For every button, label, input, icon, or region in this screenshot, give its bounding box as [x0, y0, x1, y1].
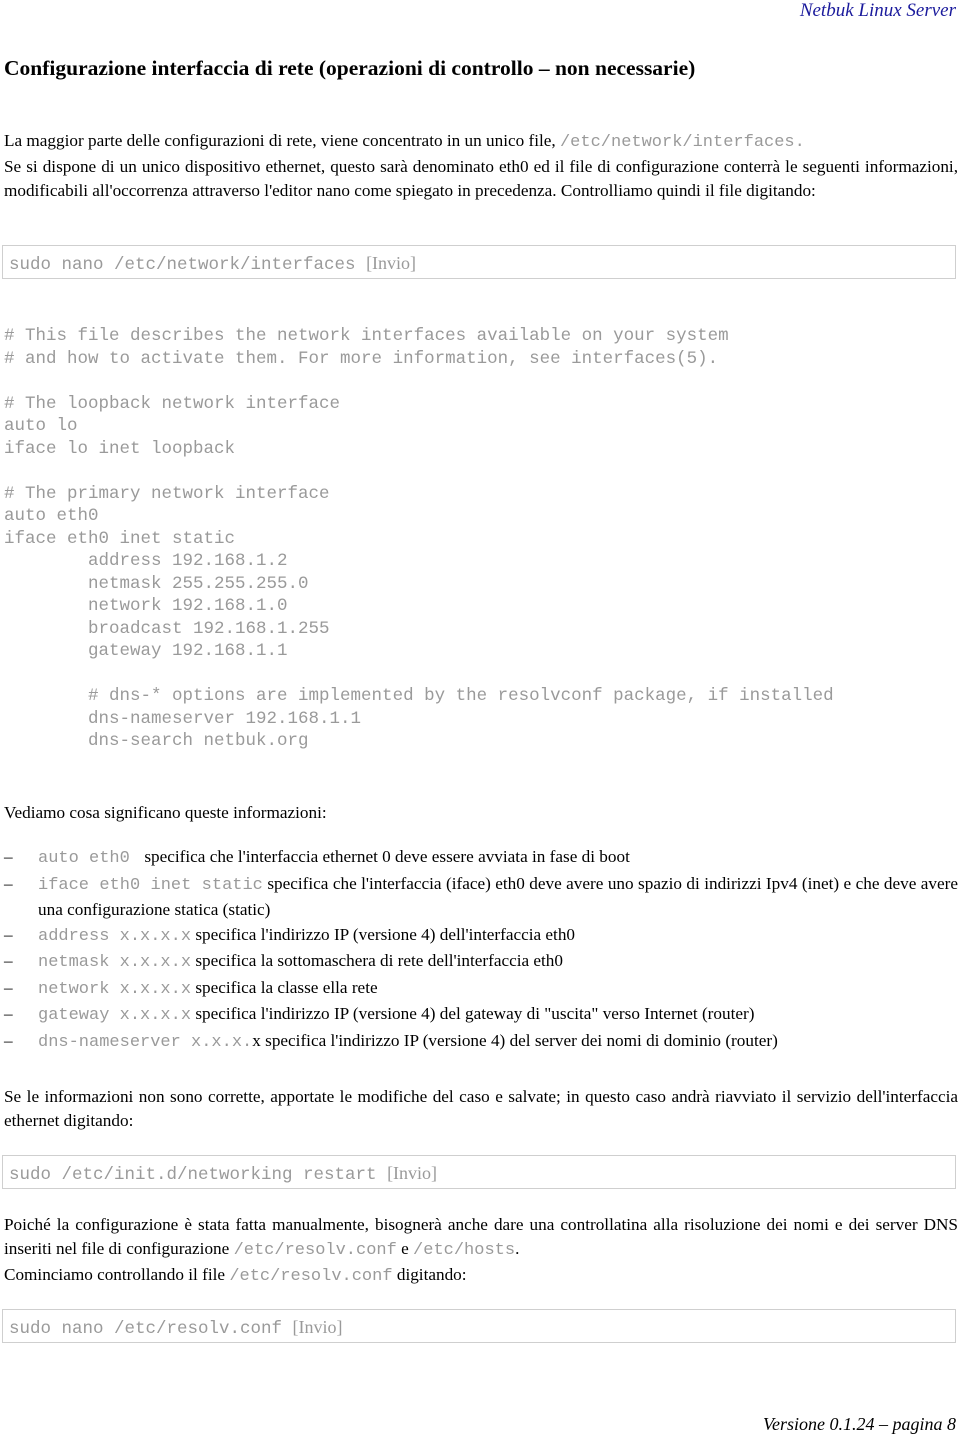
command-box-restart-networking[interactable]: sudo /etc/init.d/networking restart [Inv… — [2, 1155, 956, 1189]
keyword-description: specifica l'indirizzo IP (versione 4) de… — [191, 924, 576, 944]
config-keyword: address x.x.x.x — [38, 926, 192, 946]
config-line: netmask 255.255.255.0 — [4, 573, 309, 594]
intro-line-1: La maggior parte delle configurazioni di… — [4, 129, 958, 155]
config-line: broadcast 192.168.1.255 — [4, 618, 330, 639]
dash-bullet-icon: – — [4, 1030, 13, 1050]
enter-key-label: [Invio] — [366, 253, 417, 273]
header-brand: Netbuk Linux Server — [799, 0, 956, 21]
config-line: auto lo — [4, 416, 78, 436]
command-box-edit-resolv[interactable]: sudo nano /etc/resolv.conf [Invio] — [2, 1309, 956, 1343]
interfaces-path: /etc/network/interfaces. — [559, 133, 805, 152]
config-line: # and how to activate them. For more inf… — [4, 348, 719, 369]
list-item: – network x.x.x.x specifica la classe ell… — [4, 976, 958, 1003]
dash-bullet-icon: – — [4, 977, 13, 997]
intro-line-2: Se si dispone di un unico dispositivo et… — [4, 157, 958, 200]
dash-bullet-icon: – — [4, 951, 13, 970]
config-line: iface eth0 inet static — [4, 528, 236, 549]
config-keyword: gateway x.x.x.x — [38, 1006, 192, 1025]
enter-key-label: [Invio] — [387, 1163, 438, 1183]
enter-key-label: [Invio] — [292, 1317, 343, 1337]
config-line: address 192.168.1.2 — [4, 551, 288, 571]
config-keyword: auto eth0 — [38, 849, 141, 868]
list-item: – address x.x.x.x specifica l'indirizzo I… — [4, 923, 958, 950]
list-item: – auto eth0 specifica che l'interfaccia e… — [4, 845, 958, 872]
config-line: # The primary network interface — [4, 483, 330, 504]
footer-version: Versione 0.1.24 – pagina 8 — [763, 1414, 956, 1434]
dns-line2-text-end: digitando: — [392, 1265, 467, 1284]
config-line — [4, 663, 834, 686]
list-item: – netmask x.x.x.x specifica la sottomasch… — [4, 949, 958, 976]
hosts-path: /etc/hosts — [413, 1241, 516, 1260]
dash-bullet-icon: – — [4, 1004, 13, 1023]
list-item: – iface eth0 inet static specifica che l'… — [4, 872, 958, 923]
dns-text-period: . — [515, 1239, 520, 1258]
dash-bullet-icon: – — [4, 924, 13, 944]
config-line: dns-nameserver 192.168.1.1 — [4, 708, 362, 729]
section-title: Configurazione interfaccia di rete (oper… — [4, 56, 696, 80]
resolv-conf-path: /etc/resolv.conf — [229, 1267, 393, 1286]
interfaces-file-content: # This file describes the network interf… — [4, 325, 834, 753]
config-keyword: iface eth0 inet static — [38, 875, 263, 895]
dns-paragraph-line-1: Poiché la configurazione è stata fatta m… — [4, 1213, 958, 1263]
config-line: dns-search netbuk.org — [4, 731, 309, 751]
dns-text-and: e — [396, 1239, 414, 1258]
config-line: auto eth0 — [4, 506, 99, 526]
config-keyword: dns-nameserver x.x.x. — [38, 1032, 253, 1052]
keyword-description: specifica l'indirizzo IP (versione 4) de… — [191, 1004, 755, 1023]
dns-line2-text: Cominciamo controllando il file — [4, 1265, 230, 1284]
dash-bullet-icon: – — [4, 847, 13, 866]
command-box-edit-interfaces[interactable]: sudo nano /etc/network/interfaces [Invio… — [2, 245, 956, 279]
keyword-description: x specifica l'indirizzo IP (versione 4) … — [252, 1030, 778, 1050]
restart-paragraph: Se le informazioni non sono corrette, ap… — [4, 1087, 958, 1130]
dash-bullet-icon: – — [4, 873, 13, 893]
intro-line-1-text: La maggior parte delle configurazioni di… — [4, 131, 560, 150]
dns-paragraph: Poiché la configurazione è stata fatta m… — [4, 1213, 958, 1289]
command-code: sudo nano /etc/resolv.conf — [9, 1319, 293, 1339]
list-item: – gateway x.x.x.x specifica l'indirizzo I… — [4, 1002, 958, 1029]
config-line: iface lo inet loopback — [4, 438, 236, 459]
resolv-conf-path: /etc/resolv.conf — [233, 1241, 397, 1260]
explanation-list: – auto eth0 specifica che l'interfaccia e… — [4, 845, 958, 1055]
config-line: # dns-* options are implemented by the r… — [4, 686, 834, 706]
command-code: sudo nano /etc/network/interfaces — [9, 255, 367, 275]
config-line: # The loopback network interface — [4, 393, 341, 414]
keyword-description: specifica la sottomaschera di rete dell'… — [191, 951, 563, 970]
config-line — [4, 370, 834, 393]
config-line — [4, 460, 834, 483]
intro-paragraph: La maggior parte delle configurazioni di… — [4, 129, 958, 203]
config-line: network 192.168.1.0 — [4, 596, 288, 616]
config-line: gateway 192.168.1.1 — [4, 641, 288, 661]
keyword-description: specifica che l'interfaccia ethernet 0 d… — [140, 847, 630, 866]
config-keyword: network x.x.x.x — [38, 979, 192, 999]
command-code: sudo /etc/init.d/networking restart — [9, 1165, 388, 1185]
keyword-description: specifica la classe ella rete — [191, 977, 378, 997]
dns-paragraph-line-2: Cominciamo controllando il file /etc/res… — [4, 1263, 958, 1289]
config-keyword: netmask x.x.x.x — [38, 953, 192, 972]
explain-intro: Vediamo cosa significano queste informaz… — [4, 803, 327, 822]
config-line: # This file describes the network interf… — [4, 326, 729, 346]
list-item: – dns-nameserver x.x.x.x specifica l'indi… — [4, 1029, 958, 1056]
